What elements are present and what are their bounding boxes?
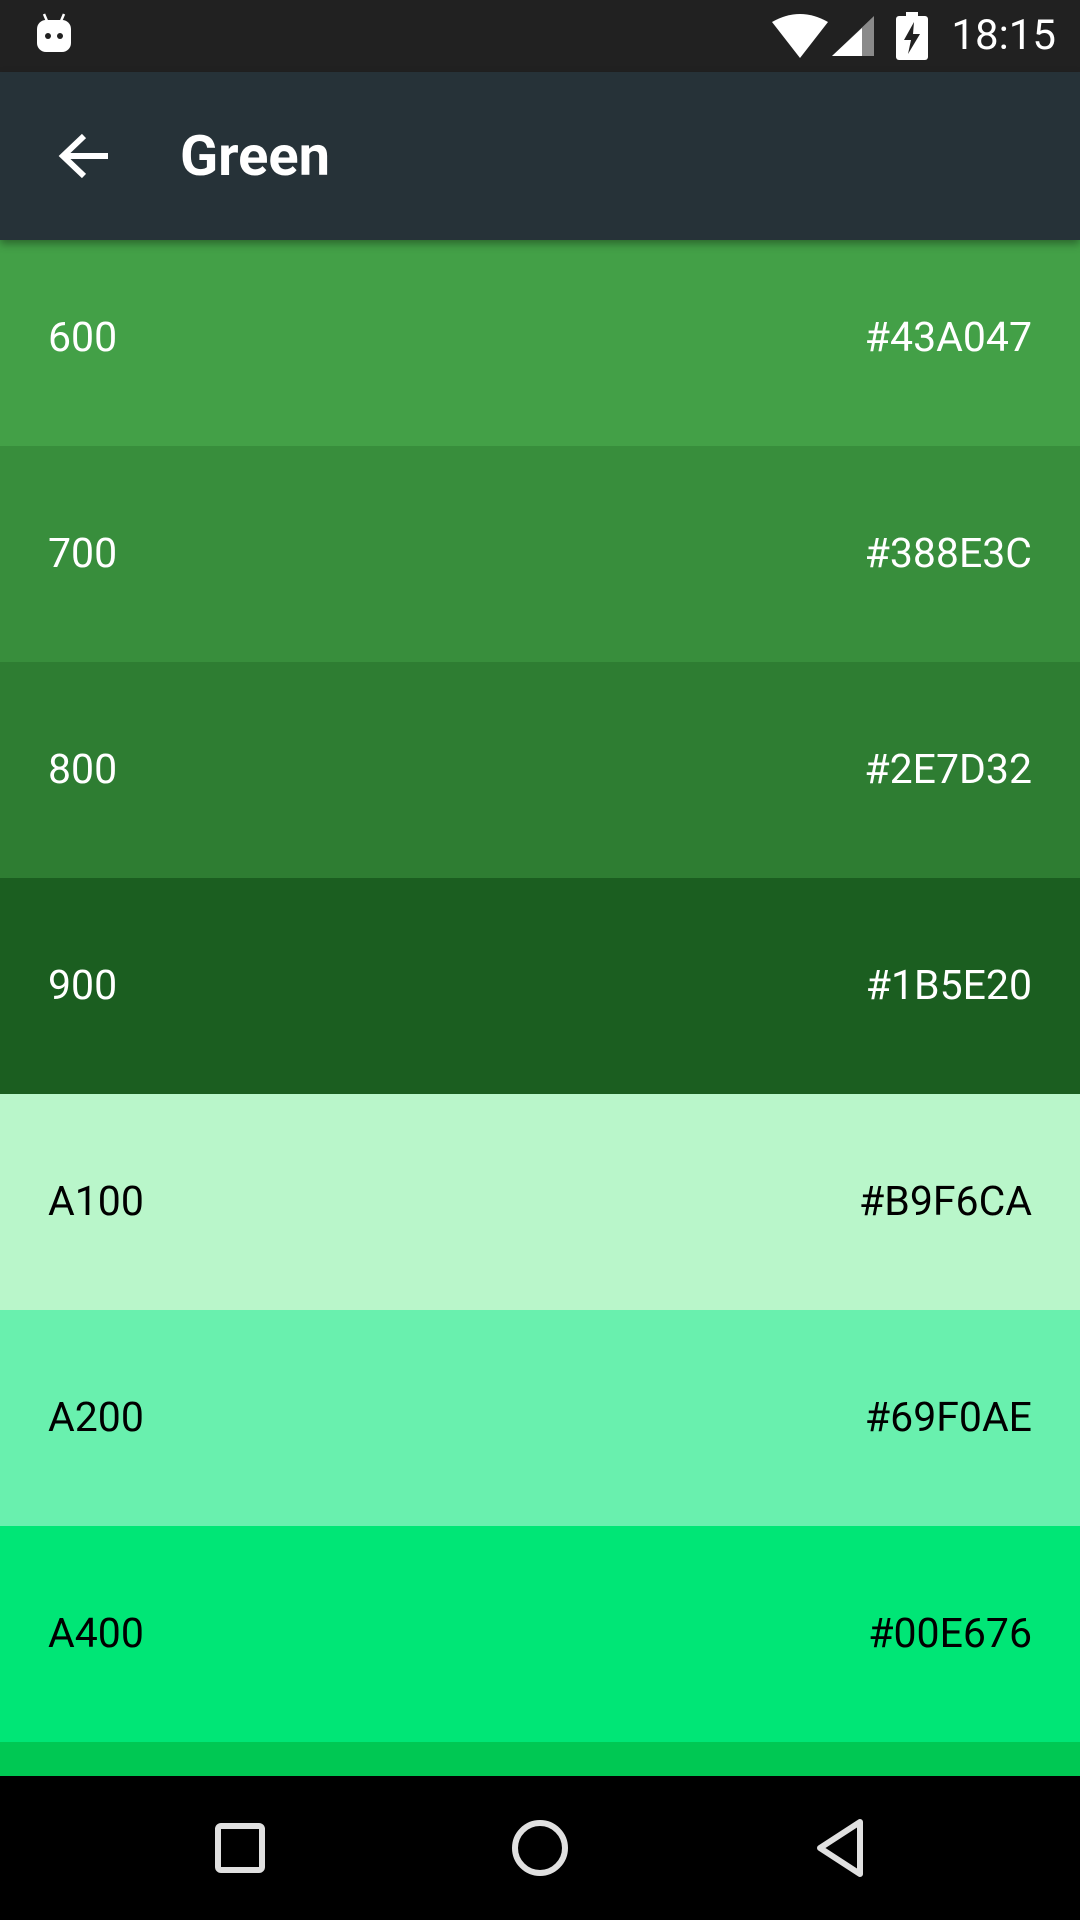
shade-label: 900	[48, 962, 118, 1010]
hex-value: #2E7D32	[864, 746, 1032, 794]
hex-value: #388E3C	[864, 530, 1032, 578]
hex-value: #00E676	[868, 1610, 1032, 1658]
hex-value: #B9F6CA	[859, 1178, 1032, 1226]
page-title: Green	[180, 123, 331, 189]
hex-value: #69F0AE	[864, 1394, 1032, 1442]
color-list: 600 #43A047 700 #388E3C 800 #2E7D32 900 …	[0, 240, 1080, 1776]
color-swatch-row[interactable]: A100 #B9F6CA	[0, 1094, 1080, 1310]
wifi-icon	[772, 14, 828, 58]
recents-button[interactable]	[190, 1798, 290, 1898]
shade-label: 700	[48, 530, 118, 578]
color-swatch-row[interactable]: 700 #388E3C	[0, 446, 1080, 662]
navigation-bar	[0, 1776, 1080, 1920]
recents-icon	[215, 1823, 265, 1873]
shade-label: A100	[48, 1178, 144, 1226]
hex-value: #43A047	[864, 314, 1032, 362]
app-bar: Green	[0, 72, 1080, 240]
battery-charging-icon	[896, 12, 928, 60]
color-swatch-row[interactable]: 900 #1B5E20	[0, 878, 1080, 1094]
back-icon	[817, 1819, 863, 1877]
status-time: 18:15	[951, 11, 1056, 60]
color-swatch-row[interactable]: 800 #2E7D32	[0, 662, 1080, 878]
nav-back-button[interactable]	[790, 1798, 890, 1898]
color-swatch-row-partial[interactable]	[0, 1742, 1080, 1776]
shade-label: 600	[48, 314, 118, 362]
shade-label: A400	[48, 1610, 144, 1658]
back-button[interactable]	[36, 108, 132, 204]
home-button[interactable]	[490, 1798, 590, 1898]
color-swatch-row[interactable]: A200 #69F0AE	[0, 1310, 1080, 1526]
status-bar: 18:15	[0, 0, 1080, 72]
hex-value: #1B5E20	[865, 962, 1032, 1010]
color-swatch-row[interactable]: 600 #43A047	[0, 240, 1080, 446]
arrow-back-icon	[58, 133, 108, 179]
android-icon	[37, 13, 71, 52]
shade-label: 800	[48, 746, 118, 794]
screen: 18:15 Green 600 #43A047 700 #388E3C 800 …	[0, 0, 1080, 1920]
shade-label: A200	[48, 1394, 144, 1442]
home-icon	[512, 1820, 568, 1876]
color-swatch-row[interactable]: A400 #00E676	[0, 1526, 1080, 1742]
signal-icon	[832, 16, 874, 56]
